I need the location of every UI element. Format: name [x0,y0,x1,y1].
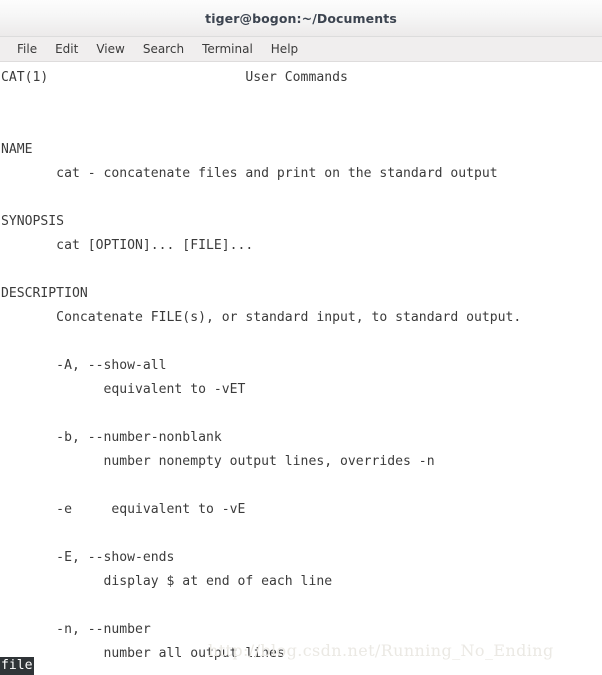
menu-item-help[interactable]: Help [262,40,307,58]
terminal-line: DESCRIPTION [1,286,88,301]
terminal-window: tiger@bogon:~/Documents File Edit View S… [0,0,602,675]
terminal-line: -A, --show-all [1,358,167,373]
terminal-screen[interactable]: CAT(1) User Commands NAME cat - concatena… [0,62,602,675]
terminal-line: equivalent to -vET [1,382,246,397]
window-titlebar: tiger@bogon:~/Documents [0,0,602,37]
terminal-line: -e equivalent to -vE [1,502,246,517]
terminal-line: cat [OPTION]... [FILE]... [1,238,254,253]
terminal-line: number all output lines [1,646,285,661]
menu-item-terminal[interactable]: Terminal [193,40,262,58]
menu-item-edit[interactable]: Edit [46,40,87,58]
terminal-line: NAME [1,142,33,157]
menu-item-search[interactable]: Search [134,40,193,58]
man-page-content: CAT(1) User Commands NAME cat - concatena… [0,66,602,675]
terminal-line: CAT(1) User Commands [1,70,348,85]
window-title: tiger@bogon:~/Documents [205,10,397,26]
terminal-line: -E, --show-ends [1,550,175,565]
terminal-line: -b, --number-nonblank [1,430,222,445]
terminal-line: display $ at end of each line [1,574,333,589]
pager-status-line: file [0,657,34,675]
terminal-line: cat - concatenate files and print on the… [1,166,498,181]
menu-item-file[interactable]: File [8,40,46,58]
terminal-line: SYNOPSIS [1,214,65,229]
menu-item-view[interactable]: View [87,40,133,58]
terminal-line: Concatenate FILE(s), or standard input, … [1,310,522,325]
menubar: File Edit View Search Terminal Help [0,37,602,62]
terminal-line: -n, --number [1,622,151,637]
terminal-line: number nonempty output lines, overrides … [1,454,435,469]
pager-status-prompt: file [0,657,34,675]
